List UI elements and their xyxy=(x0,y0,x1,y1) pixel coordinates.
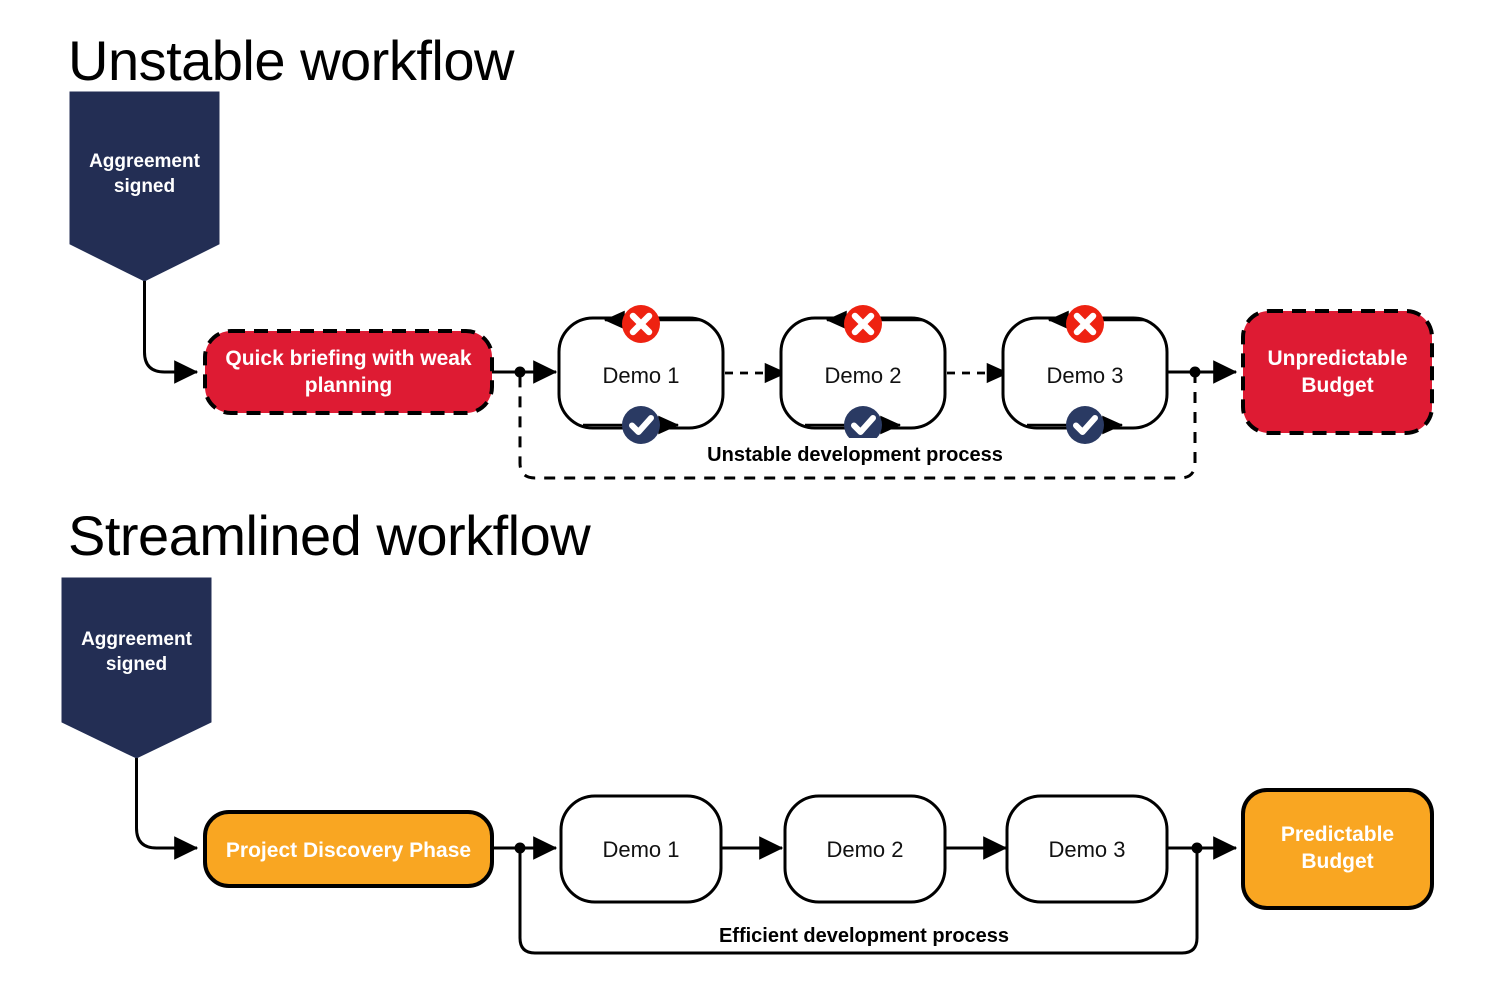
check-circle-icon xyxy=(622,406,660,444)
connector-banner-to-discovery xyxy=(135,758,199,860)
node-project-discovery-phase: Project Discovery Phase xyxy=(203,810,494,888)
demo-node-1-streamlined: Demo 1 xyxy=(559,794,723,904)
node-unpredictable-budget-line2: Budget xyxy=(1301,374,1373,397)
node-predictable-budget: Predictable Budget xyxy=(1241,788,1434,910)
demo-node-1-label: Demo 1 xyxy=(602,837,679,862)
banner-line2: signed xyxy=(106,654,167,675)
x-circle-icon xyxy=(622,305,660,343)
demo-node-2-streamlined: Demo 2 xyxy=(783,794,947,904)
demo-node-2-label: Demo 2 xyxy=(824,363,901,388)
node-quick-briefing-shape xyxy=(203,329,494,415)
junction-dot-left-unstable xyxy=(514,366,526,378)
diagram-canvas: Unstable workflow Aggreement signed Quic… xyxy=(0,0,1500,1000)
demo-node-2-label: Demo 2 xyxy=(826,837,903,862)
demo-node-3-unstable: Demo 3 xyxy=(1001,305,1169,444)
banner-line2: signed xyxy=(114,176,175,197)
demo-node-2-unstable: Demo 2 xyxy=(779,305,947,444)
node-unpredictable-budget-line1: Unpredictable xyxy=(1267,347,1407,370)
node-unpredictable-budget: Unpredictable Budget xyxy=(1241,309,1434,435)
demo-node-3-label: Demo 3 xyxy=(1046,363,1123,388)
connector-banner-to-briefing xyxy=(143,281,199,384)
node-project-discovery-phase-label: Project Discovery Phase xyxy=(226,839,471,862)
banner-line1: Aggreement xyxy=(89,151,201,172)
loop-label-streamlined: Efficient development process xyxy=(719,925,1009,947)
demo-node-3-streamlined: Demo 3 xyxy=(1005,794,1169,904)
node-quick-briefing-line2: planning xyxy=(305,374,393,397)
section-streamlined: Streamlined workflow Aggreement signed P… xyxy=(61,504,1434,955)
demo-node-1-unstable: Demo 1 xyxy=(557,305,725,444)
banner-agreement-signed-streamlined: Aggreement signed xyxy=(61,577,212,759)
node-unpredictable-budget-shape xyxy=(1241,309,1434,435)
node-quick-briefing: Quick briefing with weak planning xyxy=(203,329,494,415)
section-title-streamlined: Streamlined workflow xyxy=(68,504,591,567)
workflow-comparison-diagram: Unstable workflow Aggreement signed Quic… xyxy=(61,29,1434,955)
banner-agreement-signed-unstable: Aggreement signed xyxy=(69,91,220,282)
node-predictable-budget-shape xyxy=(1241,788,1434,910)
x-circle-icon xyxy=(1066,305,1104,343)
loop-label-unstable: Unstable development process xyxy=(707,444,1003,466)
demo-node-1-label: Demo 1 xyxy=(602,363,679,388)
check-circle-icon xyxy=(1066,406,1104,444)
node-quick-briefing-line1: Quick briefing with weak xyxy=(225,347,472,370)
node-predictable-budget-line2: Budget xyxy=(1301,850,1373,873)
section-unstable: Unstable workflow Aggreement signed Quic… xyxy=(68,29,1434,480)
banner-line1: Aggreement xyxy=(81,629,193,650)
demo-node-3-label: Demo 3 xyxy=(1048,837,1125,862)
x-circle-icon xyxy=(844,305,882,343)
section-title-unstable: Unstable workflow xyxy=(68,29,515,92)
node-predictable-budget-line1: Predictable xyxy=(1281,823,1394,846)
